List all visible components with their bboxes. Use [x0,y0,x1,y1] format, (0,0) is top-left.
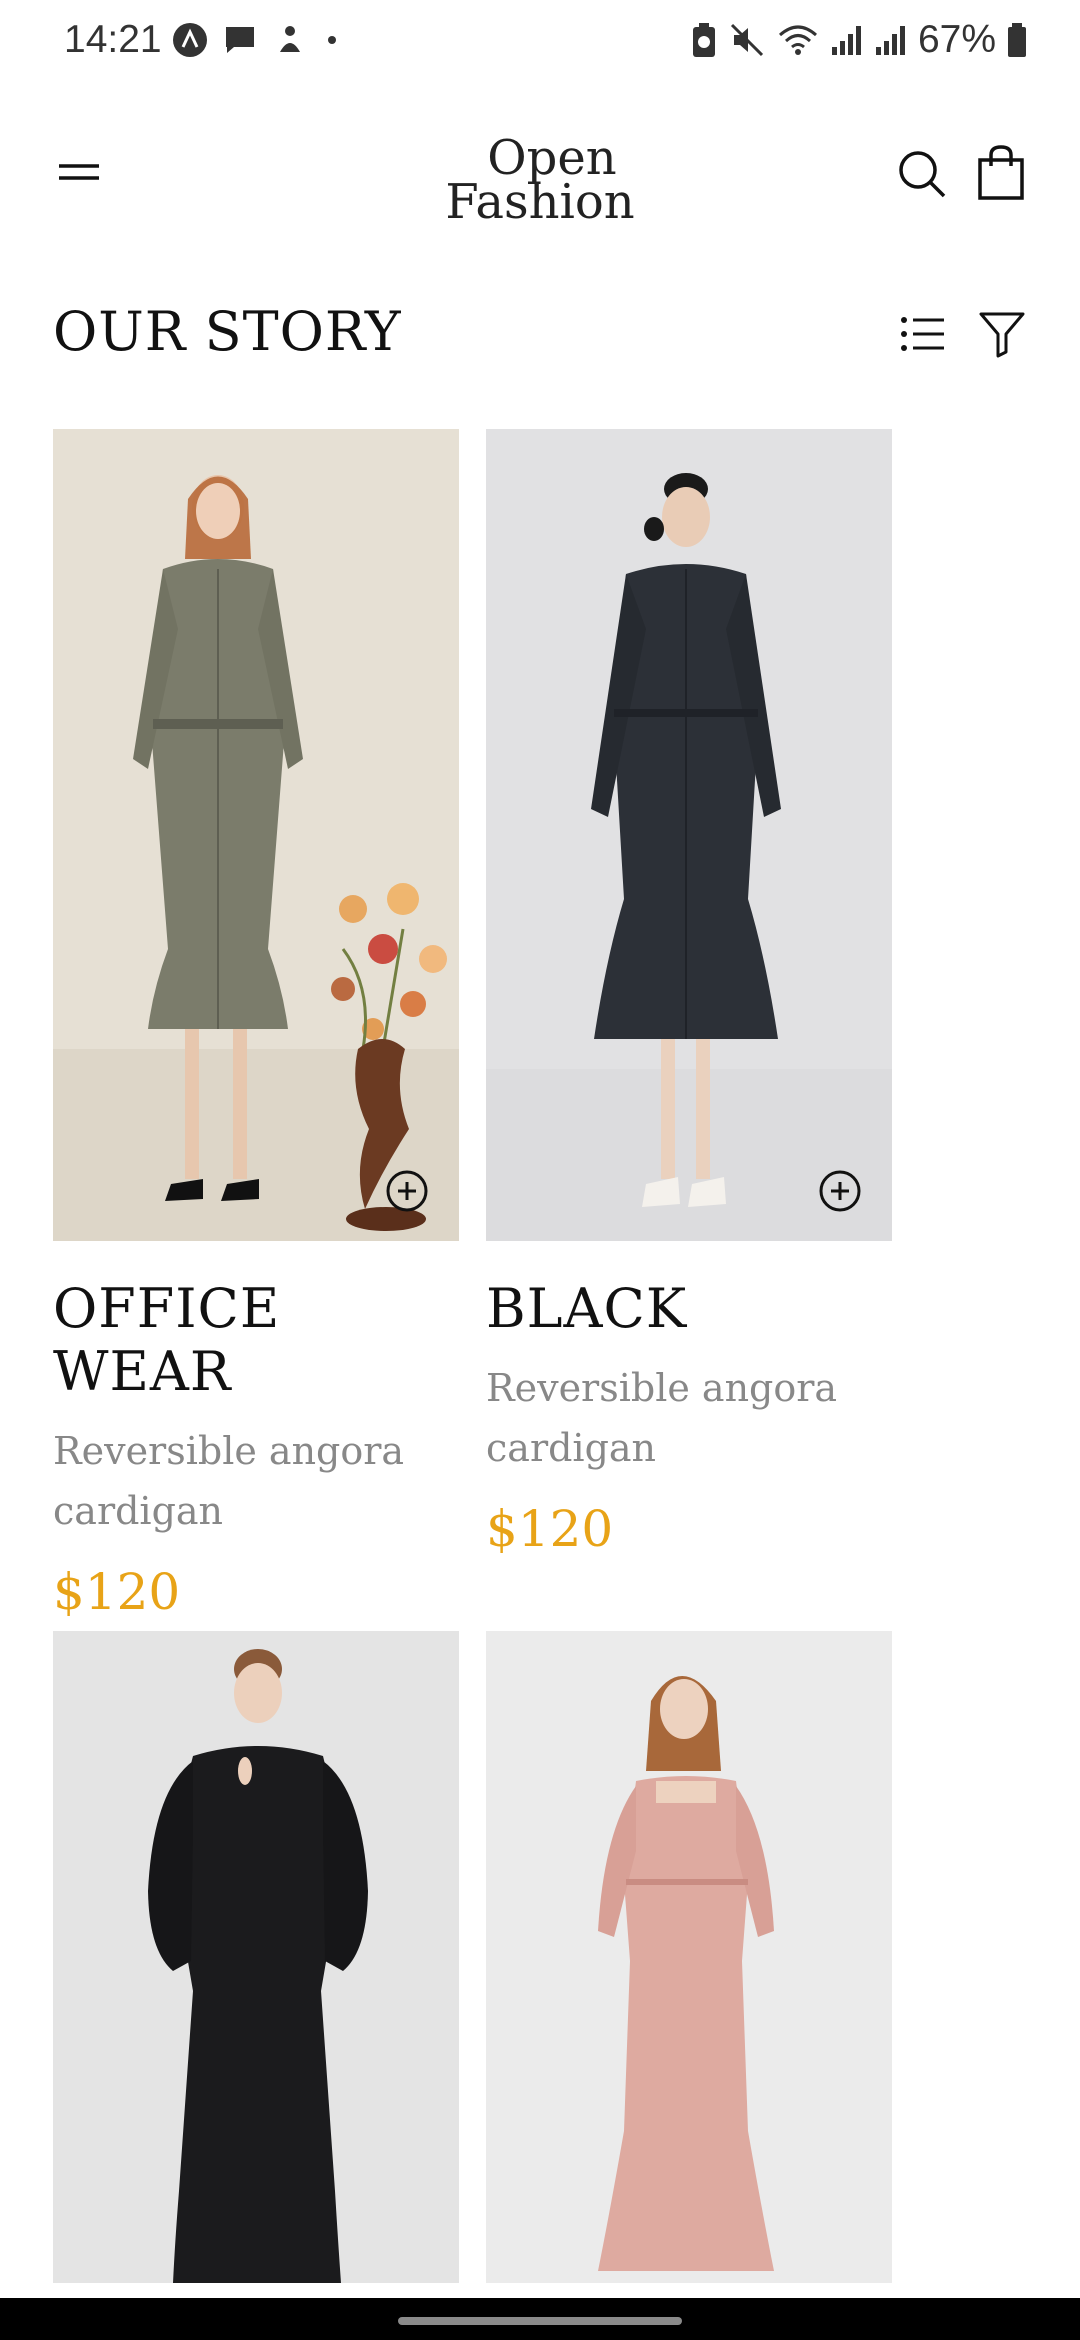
shopping-bag-icon [978,145,1024,200]
product-photo [486,429,892,1241]
product-image[interactable] [486,1631,892,2283]
status-bar: 14:21 67% [0,0,1080,84]
menu-icon [59,164,99,180]
filter-button[interactable] [978,310,1026,358]
signal-icon [831,26,861,55]
product-name[interactable]: OFFICE WEAR [53,1277,459,1403]
product-price: $120 [53,1563,181,1621]
a-icon [173,23,207,57]
signal-icon [875,26,905,55]
battery-icon [1008,23,1026,57]
status-time: 14:21 [64,18,162,61]
search-button[interactable] [896,148,948,200]
product-name[interactable]: BLACK [486,1277,892,1340]
status-right-icons: 67% [690,18,1028,62]
product-image[interactable] [53,1631,459,2283]
product-description-line: Reversible angora [53,1429,405,1473]
product-description: Reversible angora cardigan [53,1421,459,1541]
message-icon [226,27,254,53]
page-title: OUR STORY [53,300,402,363]
product-card[interactable]: BLACK Reversible angora cardigan $120 [486,429,892,1558]
home-indicator[interactable] [398,2317,682,2325]
shopping-bag-button[interactable] [976,144,1026,200]
search-icon [899,151,946,198]
battery-percentage: 67% [917,18,996,61]
add-to-cart-icon[interactable] [818,1169,862,1213]
product-photo [53,429,459,1241]
menu-button[interactable] [50,148,108,198]
mute-icon [730,23,763,57]
product-description: Reversible angora cardigan [486,1358,892,1478]
status-left-icons [172,22,342,58]
product-card[interactable] [53,1631,459,2283]
product-price: $120 [486,1500,614,1558]
product-image[interactable] [53,429,459,1241]
add-to-cart-icon[interactable] [385,1169,429,1213]
product-card[interactable]: OFFICE WEAR Reversible angora cardigan $… [53,429,459,1621]
list-view-icon [901,317,944,351]
bot-icon [280,26,300,52]
app-logo[interactable]: Open Fashion [432,128,648,230]
dot-icon [328,36,336,44]
product-photo [53,1631,459,2283]
filter-icon [979,312,1025,358]
list-view-button[interactable] [900,314,946,354]
product-description-line: cardigan [486,1426,657,1470]
wifi-icon [778,25,817,55]
product-description-line: cardigan [53,1489,224,1533]
battery-saver-icon [692,23,715,57]
product-description-line: Reversible angora [486,1366,838,1410]
product-image[interactable] [486,429,892,1241]
product-photo [486,1631,892,2283]
logo-line-fashion: Fashion [445,174,634,224]
product-card[interactable] [486,1631,892,2283]
